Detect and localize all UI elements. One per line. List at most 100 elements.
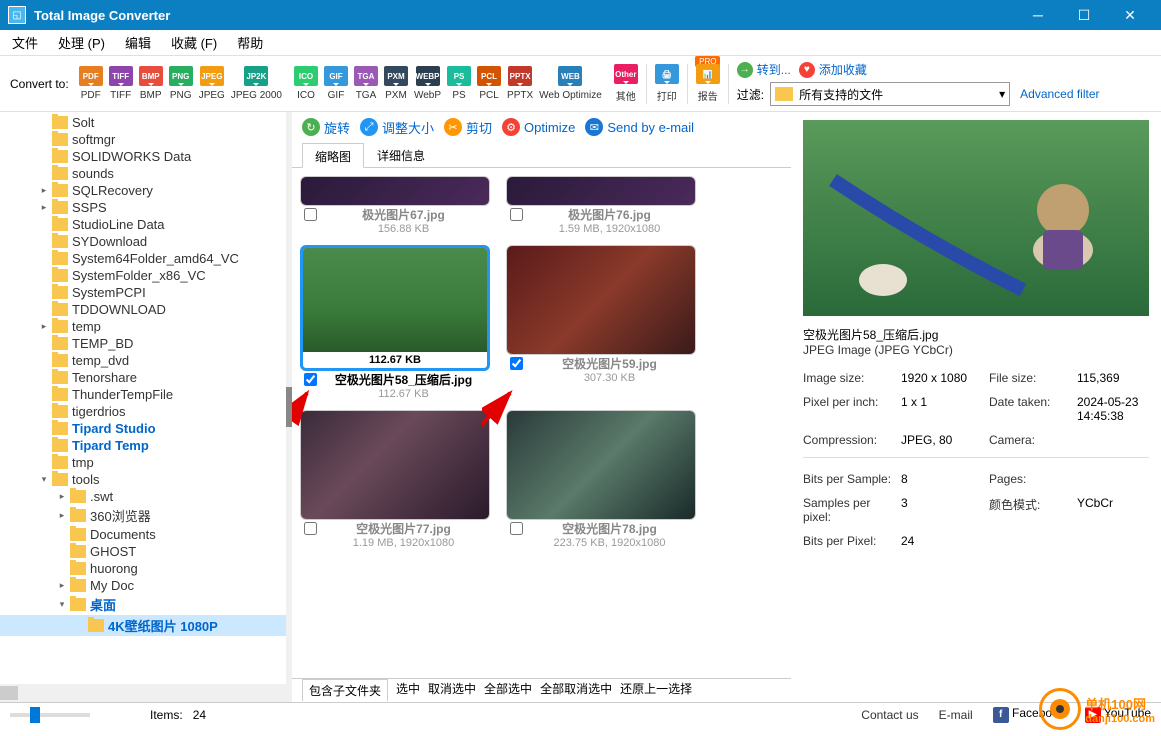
horizontal-scrollbar[interactable] bbox=[0, 684, 286, 702]
title-bar: ◱ Total Image Converter ─ ☐ ✕ bbox=[0, 0, 1161, 30]
optimize-button[interactable]: ⚙Optimize bbox=[502, 118, 575, 136]
format-pxm-button[interactable]: PXMPXM bbox=[384, 66, 408, 101]
close-button[interactable]: ✕ bbox=[1107, 0, 1153, 30]
tree-item[interactable]: ▸.swt bbox=[0, 488, 286, 505]
tree-item[interactable]: Tipard Temp bbox=[0, 437, 286, 454]
format-jp2k-button[interactable]: JP2KJPEG 2000 bbox=[231, 66, 282, 101]
thumbnail-card[interactable] bbox=[300, 410, 490, 520]
print-button[interactable]: 🖨 打印 bbox=[655, 64, 679, 103]
thumbnail-area[interactable]: 极光图片67.jpg156.88 KB极光图片76.jpg1.59 MB, 19… bbox=[292, 168, 791, 678]
tree-item[interactable]: tmp bbox=[0, 454, 286, 471]
thumbnail-card[interactable] bbox=[506, 410, 696, 520]
menu-file[interactable]: 文件 bbox=[8, 31, 42, 54]
footer-option[interactable]: 全部取消选中 bbox=[540, 680, 612, 702]
thumbnail-checkbox[interactable] bbox=[510, 522, 523, 535]
thumbnail-checkbox[interactable] bbox=[510, 357, 523, 370]
facebook-icon[interactable]: f bbox=[993, 707, 1009, 723]
tree-item[interactable]: ▸SSPS bbox=[0, 199, 286, 216]
goto-button[interactable]: →转到... bbox=[737, 61, 791, 78]
format-gif-button[interactable]: GIFGIF bbox=[324, 66, 348, 101]
thumbnail-card[interactable]: 112.67 KB bbox=[300, 245, 490, 371]
tab-details[interactable]: 详细信息 bbox=[364, 142, 438, 167]
report-button[interactable]: PRO 📊 报告 bbox=[696, 64, 720, 103]
thumbnail-checkbox[interactable] bbox=[304, 373, 317, 386]
tree-item[interactable]: huorong bbox=[0, 560, 286, 577]
menu-help[interactable]: 帮助 bbox=[233, 31, 267, 54]
tree-item[interactable]: Tipard Studio bbox=[0, 420, 286, 437]
contact-link[interactable]: Contact us bbox=[861, 708, 918, 722]
format-bmp-button[interactable]: BMPBMP bbox=[139, 66, 163, 101]
tree-item[interactable]: System64Folder_amd64_VC bbox=[0, 250, 286, 267]
footer-option[interactable]: 还原上一选择 bbox=[620, 680, 692, 702]
youtube-icon[interactable]: ▶ bbox=[1085, 707, 1101, 723]
tab-thumbnails[interactable]: 缩略图 bbox=[302, 143, 364, 168]
resize-button[interactable]: ⤢调整大小 bbox=[360, 118, 434, 137]
tree-item[interactable]: sounds bbox=[0, 165, 286, 182]
rotate-button[interactable]: ↻旋转 bbox=[302, 118, 350, 137]
format-tiff-button[interactable]: TIFFTIFF bbox=[109, 66, 133, 101]
tree-item[interactable]: TEMP_BD bbox=[0, 335, 286, 352]
tree-item[interactable]: SystemPCPI bbox=[0, 284, 286, 301]
maximize-button[interactable]: ☐ bbox=[1061, 0, 1107, 30]
footer-option[interactable]: 全部选中 bbox=[484, 680, 532, 702]
thumbnail-name: 极光图片76.jpg bbox=[527, 206, 692, 223]
tree-item[interactable]: ▸360浏览器 bbox=[0, 505, 286, 526]
other-format-button[interactable]: Other 其他 bbox=[614, 64, 638, 103]
view-tabs: 缩略图 详细信息 bbox=[292, 142, 791, 168]
tree-item[interactable]: SystemFolder_x86_VC bbox=[0, 267, 286, 284]
format-jpeg-button[interactable]: JPEGJPEG bbox=[199, 66, 225, 101]
thumbnail-card[interactable] bbox=[506, 245, 696, 355]
format-pptx-button[interactable]: PPTXPPTX bbox=[507, 66, 533, 101]
tree-item[interactable]: Documents bbox=[0, 526, 286, 543]
crop-button[interactable]: ✂剪切 bbox=[444, 118, 492, 137]
menu-favorites[interactable]: 收藏 (F) bbox=[167, 31, 221, 54]
menu-process[interactable]: 处理 (P) bbox=[54, 31, 109, 54]
tree-item[interactable]: GHOST bbox=[0, 543, 286, 560]
thumbnail-card[interactable] bbox=[506, 176, 696, 206]
tree-item[interactable]: ▸temp bbox=[0, 318, 286, 335]
tree-item[interactable]: ▸SQLRecovery bbox=[0, 182, 286, 199]
format-tga-button[interactable]: TGATGA bbox=[354, 66, 378, 101]
format-ps-button[interactable]: PSPS bbox=[447, 66, 471, 101]
add-favorite-button[interactable]: ♥添加收藏 bbox=[799, 61, 867, 78]
thumbnail-size: 1.19 MB, 1920x1080 bbox=[321, 537, 486, 549]
thumbnail-checkbox[interactable] bbox=[304, 522, 317, 535]
thumbnail-name: 空极光图片59.jpg bbox=[527, 355, 692, 372]
thumbnail-checkbox[interactable] bbox=[510, 208, 523, 221]
format-png-button[interactable]: PNGPNG bbox=[169, 66, 193, 101]
tree-item[interactable]: 4K壁纸图片 1080P bbox=[0, 615, 286, 636]
tree-item[interactable]: ▾tools bbox=[0, 471, 286, 488]
tree-item[interactable]: SYDownload bbox=[0, 233, 286, 250]
tree-item[interactable]: TDDOWNLOAD bbox=[0, 301, 286, 318]
format-pcl-button[interactable]: PCLPCL bbox=[477, 66, 501, 101]
thumbnail-card[interactable] bbox=[300, 176, 490, 206]
tree-item[interactable]: SOLIDWORKS Data bbox=[0, 148, 286, 165]
footer-option[interactable]: 取消选中 bbox=[428, 680, 476, 702]
footer-option[interactable]: 包含子文件夹 bbox=[302, 679, 388, 701]
tree-item[interactable]: StudioLine Data bbox=[0, 216, 286, 233]
minimize-button[interactable]: ─ bbox=[1015, 0, 1061, 30]
thumbnail-checkbox[interactable] bbox=[304, 208, 317, 221]
format-web-button[interactable]: WEBWeb Optimize bbox=[539, 66, 602, 101]
tree-item[interactable]: ▾桌面 bbox=[0, 594, 286, 615]
thumbnail-size: 156.88 KB bbox=[321, 223, 486, 235]
advanced-filter-link[interactable]: Advanced filter bbox=[1020, 87, 1099, 101]
tree-item[interactable]: tigerdrios bbox=[0, 403, 286, 420]
format-ico-button[interactable]: ICOICO bbox=[294, 66, 318, 101]
details-panel: 空极光图片58_压缩后.jpg JPEG Image (JPEG YCbCr) … bbox=[791, 112, 1161, 702]
tree-item[interactable]: ThunderTempFile bbox=[0, 386, 286, 403]
zoom-slider[interactable] bbox=[10, 707, 110, 723]
email-link[interactable]: E-mail bbox=[939, 708, 973, 722]
filter-select[interactable]: 所有支持的文件 ▾ bbox=[770, 82, 1010, 106]
send-email-button[interactable]: ✉Send by e-mail bbox=[585, 118, 694, 136]
tree-item[interactable]: ▸My Doc bbox=[0, 577, 286, 594]
footer-option[interactable]: 选中 bbox=[396, 680, 420, 702]
tree-item[interactable]: temp_dvd bbox=[0, 352, 286, 369]
tree-item[interactable]: Tenorshare bbox=[0, 369, 286, 386]
format-pdf-button[interactable]: PDFPDF bbox=[79, 66, 103, 101]
menu-edit[interactable]: 编辑 bbox=[121, 31, 155, 54]
format-webp-button[interactable]: WEBPWebP bbox=[414, 66, 441, 101]
thumbnail-size: 1.59 MB, 1920x1080 bbox=[527, 223, 692, 235]
tree-item[interactable]: Solt bbox=[0, 114, 286, 131]
tree-item[interactable]: softmgr bbox=[0, 131, 286, 148]
